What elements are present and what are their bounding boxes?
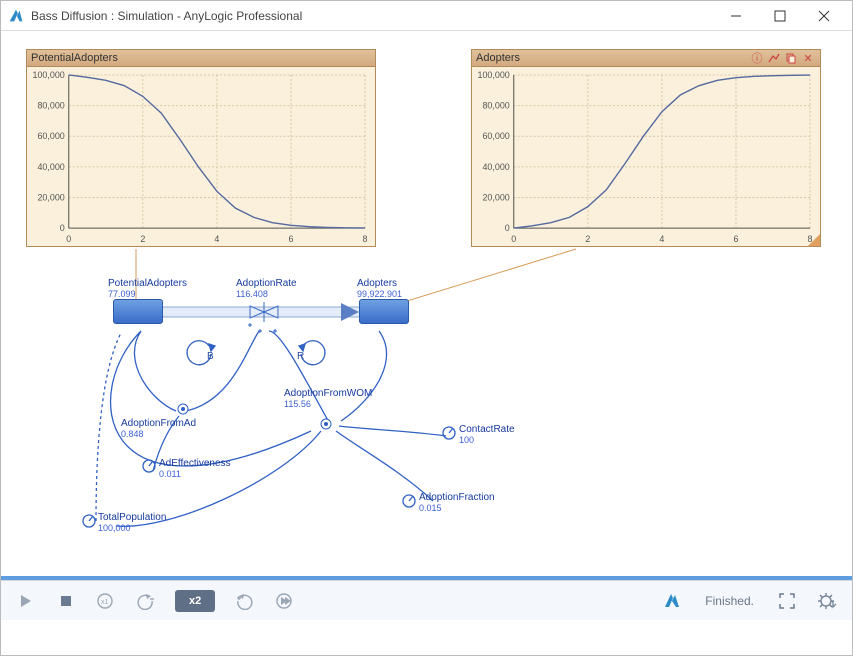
label-adoption-from-ad: AdoptionFromAd0.848 (121, 419, 196, 440)
maximize-button[interactable] (758, 1, 802, 31)
info-icon[interactable]: ⓘ (749, 51, 765, 65)
speed-indicator[interactable]: x2 (175, 590, 215, 612)
svg-text:x1: x1 (101, 599, 109, 606)
speed-slower-button[interactable] (135, 590, 157, 612)
svg-text:R: R (297, 351, 304, 362)
svg-text:2: 2 (585, 234, 590, 244)
settings-button[interactable] (816, 590, 838, 612)
chart-title: Adopters (476, 52, 748, 64)
label-total-population: TotalPopulation100,000 (98, 513, 166, 534)
chart-header: PotentialAdopters (26, 49, 376, 67)
svg-text:0: 0 (66, 234, 71, 244)
label-adoption-fraction: AdoptionFraction0.015 (419, 493, 495, 514)
svg-text:40,000: 40,000 (37, 162, 64, 172)
stop-button[interactable] (55, 590, 77, 612)
label-contact-rate: ContactRate100 (459, 425, 515, 446)
svg-text:8: 8 (363, 234, 368, 244)
play-button[interactable] (15, 590, 37, 612)
svg-text:2: 2 (140, 234, 145, 244)
chart-title: PotentialAdopters (31, 52, 371, 64)
app-logo-icon (7, 7, 25, 25)
svg-text:80,000: 80,000 (482, 101, 509, 111)
fullscreen-button[interactable] (776, 590, 798, 612)
chart-potential-adopters[interactable]: PotentialAdopters 0 20,000 40,000 60,000 80,… (26, 49, 376, 249)
stock-adopters[interactable] (359, 299, 409, 324)
svg-text:60,000: 60,000 (482, 131, 509, 141)
chart-header: Adopters ⓘ ✕ (471, 49, 821, 67)
svg-text:20,000: 20,000 (37, 192, 64, 202)
titlebar: Bass Diffusion : Simulation - AnyLogic P… (1, 1, 852, 31)
svg-text:0: 0 (511, 234, 516, 244)
label-adopters: Adopters99,922.901 (357, 279, 402, 300)
resize-handle[interactable] (808, 234, 820, 246)
svg-text:100,000: 100,000 (477, 70, 509, 80)
label-ad-effectiveness: AdEffectiveness0.011 (159, 459, 231, 480)
svg-text:20,000: 20,000 (482, 192, 509, 202)
svg-text:B: B (207, 351, 214, 362)
svg-text:4: 4 (214, 234, 219, 244)
minimize-button[interactable] (714, 1, 758, 31)
status-text: Finished. (705, 594, 754, 608)
anylogic-icon[interactable] (661, 590, 683, 612)
speed-max-button[interactable] (273, 590, 295, 612)
chart-adopters[interactable]: Adopters ⓘ ✕ 0 20,000 40,000 60,000 80,000 10… (471, 49, 821, 249)
svg-text:4: 4 (659, 234, 664, 244)
svg-text:100,000: 100,000 (32, 70, 64, 80)
svg-text:0: 0 (505, 223, 510, 233)
copy-icon[interactable] (783, 51, 799, 65)
close-button[interactable] (802, 1, 846, 31)
chart-body: 0 20,000 40,000 60,000 80,000 100,000 0 2 4 6 8 (26, 67, 376, 247)
playback-toolbar: x1 x2 Finished. (1, 580, 852, 620)
speed-x1-button[interactable]: x1 (95, 590, 117, 612)
close-chart-icon[interactable]: ✕ (800, 51, 816, 65)
label-adoption-from-wom: AdoptionFromWOM115.56 (284, 389, 372, 410)
svg-text:80,000: 80,000 (37, 101, 64, 111)
svg-text:40,000: 40,000 (482, 162, 509, 172)
svg-text:0: 0 (60, 223, 65, 233)
speed-faster-button[interactable] (233, 590, 255, 612)
svg-text:6: 6 (733, 234, 738, 244)
svg-text:60,000: 60,000 (37, 131, 64, 141)
chart-line-icon[interactable] (766, 51, 782, 65)
chart-body: 020,00040,00060,00080,000100,00002468 (471, 67, 821, 247)
simulation-canvas[interactable]: B R PotentialAdopters 0 20,000 40,000 60,00… (1, 31, 852, 576)
window-title: Bass Diffusion : Simulation - AnyLogic P… (31, 9, 714, 23)
svg-text:6: 6 (288, 234, 293, 244)
label-adoption-rate: AdoptionRate116.408 (236, 279, 297, 300)
stock-potential-adopters[interactable] (113, 299, 163, 324)
label-potential-adopters: PotentialAdopters77.099 (108, 279, 187, 300)
